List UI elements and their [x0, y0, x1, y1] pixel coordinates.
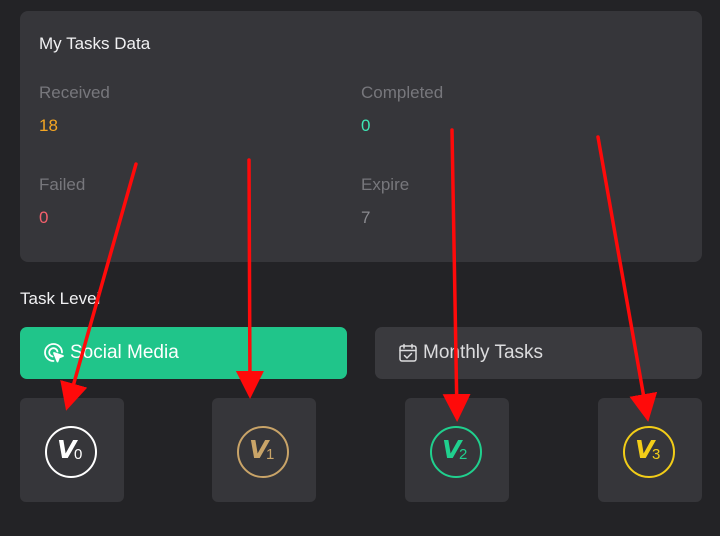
- level-number: 3: [652, 446, 661, 463]
- failed-value: 0: [39, 208, 49, 227]
- level-number: 2: [459, 446, 468, 463]
- tab-monthly-tasks-label: Monthly Tasks: [423, 342, 544, 363]
- calendar-check-icon: [397, 342, 423, 364]
- task-level-title: Task Level: [20, 289, 101, 308]
- level-number: 1: [266, 446, 275, 463]
- level-v0-card[interactable]: V 0: [20, 398, 124, 502]
- level-v3-card[interactable]: V 3: [598, 398, 702, 502]
- completed-value: 0: [361, 116, 371, 135]
- level-v2-card[interactable]: V 2: [405, 398, 509, 502]
- level-v0-badge-icon: V 0: [45, 426, 97, 478]
- level-number: 0: [74, 446, 83, 463]
- level-v1-card[interactable]: V 1: [212, 398, 316, 502]
- tab-monthly-tasks[interactable]: Monthly Tasks: [375, 327, 702, 379]
- level-v1-badge-icon: V 1: [237, 426, 289, 478]
- failed-label: Failed: [39, 175, 86, 194]
- received-label: Received: [39, 83, 110, 102]
- expire-value: 7: [361, 208, 371, 227]
- received-value: 18: [39, 116, 58, 135]
- level-v3-badge-icon: V 3: [623, 426, 675, 478]
- completed-label: Completed: [361, 83, 444, 102]
- my-tasks-data-card: My Tasks Data Received 18 Completed 0 Fa…: [20, 11, 702, 262]
- tab-social-media-label: Social Media: [70, 342, 179, 363]
- cursor-click-icon: [42, 341, 70, 365]
- expire-label: Expire: [361, 175, 410, 194]
- card-title: My Tasks Data: [39, 34, 151, 53]
- tab-social-media[interactable]: Social Media: [20, 327, 347, 379]
- level-v2-badge-icon: V 2: [430, 426, 482, 478]
